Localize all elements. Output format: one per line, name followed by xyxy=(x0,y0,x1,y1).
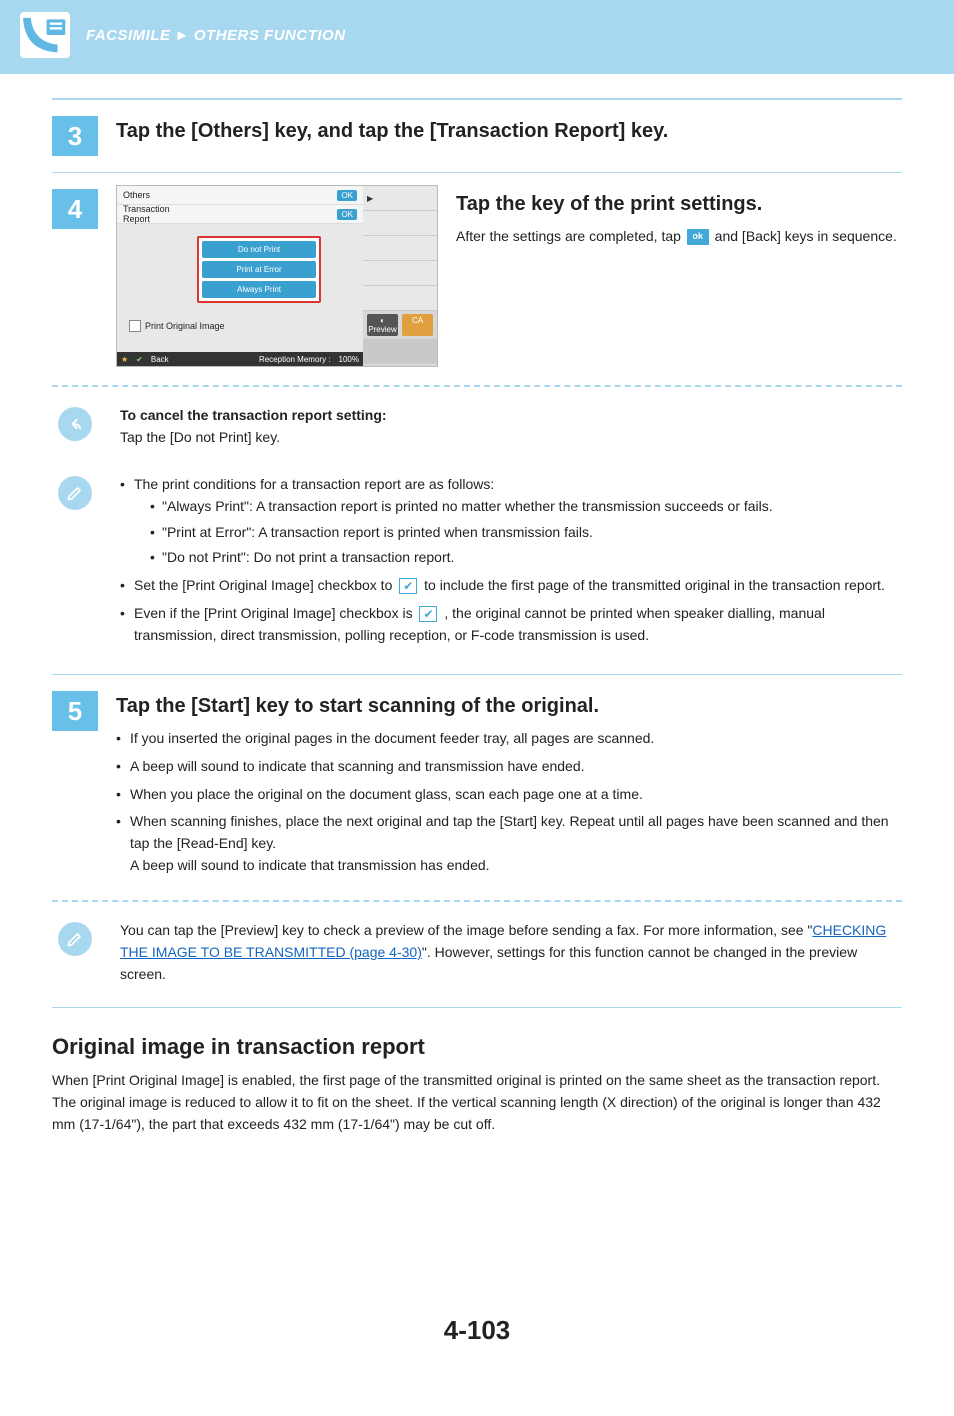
mock-others-label: Others xyxy=(123,190,150,200)
chevron-right-icon: ► xyxy=(175,27,190,44)
dashed-divider xyxy=(52,900,902,902)
step-number: 5 xyxy=(52,691,98,731)
info-opt-print-at-error: "Print at Error": A transaction report i… xyxy=(134,522,902,544)
mock-bottom-bar: ★ ✔ Back Reception Memory : 100% xyxy=(117,352,363,366)
step-title: Tap the key of the print settings. xyxy=(456,191,902,218)
step-body: After the settings are completed, tap ok… xyxy=(456,226,902,248)
section-heading: Original image in transaction report xyxy=(52,1034,902,1060)
checkbox-checked-icon: ✔ xyxy=(399,578,417,594)
section-body: When [Print Original Image] is enabled, … xyxy=(52,1070,902,1135)
step-5: 5 Tap the [Start] key to start scanning … xyxy=(52,687,902,882)
step5-b3: When you place the original on the docum… xyxy=(116,784,902,806)
pencil-note-icon xyxy=(58,476,92,510)
step5-b4: When scanning finishes, place the next o… xyxy=(116,811,902,876)
settings-screen-mock: Others OK Transaction Report OK Do not P… xyxy=(116,185,438,367)
reception-memory-label: Reception Memory : xyxy=(259,355,331,364)
option-always-print[interactable]: Always Print xyxy=(202,281,316,298)
preview-note: You can tap the [Preview] key to check a… xyxy=(52,914,902,991)
page-header: FACSIMILE ► OTHERS FUNCTION xyxy=(0,0,954,74)
print-original-image-label: Print Original Image xyxy=(145,321,225,331)
info-set-checkbox: Set the [Print Original Image] checkbox … xyxy=(120,575,902,597)
cancel-note: To cancel the transaction report setting… xyxy=(52,399,902,454)
step5-b2: A beep will sound to indicate that scann… xyxy=(116,756,902,778)
page-number: 4-103 xyxy=(52,1315,902,1376)
step-3: 3 Tap the [Others] key, and tap the [Tra… xyxy=(52,112,902,156)
breadcrumb-left: FACSIMILE xyxy=(86,27,171,44)
option-print-at-error[interactable]: Print at Error xyxy=(202,261,316,278)
step-number: 3 xyxy=(52,116,98,156)
step-title: Tap the [Others] key, and tap the [Trans… xyxy=(116,118,902,145)
reception-memory-value: 100% xyxy=(339,355,359,364)
divider xyxy=(52,98,902,100)
breadcrumb: FACSIMILE ► OTHERS FUNCTION xyxy=(86,27,346,44)
cancel-note-body: Tap the [Do not Print] key. xyxy=(120,427,902,449)
divider xyxy=(52,1007,902,1008)
preview-note-body: You can tap the [Preview] key to check a… xyxy=(120,920,902,985)
ok-icon: ok xyxy=(687,229,709,245)
print-options-highlight: Do not Print Print at Error Always Print xyxy=(197,236,321,303)
info-opt-do-not-print: "Do not Print": Do not print a transacti… xyxy=(134,547,902,569)
step-title: Tap the [Start] key to start scanning of… xyxy=(116,693,902,720)
info-lead: The print conditions for a transaction r… xyxy=(134,476,494,492)
back-arrow-icon xyxy=(58,407,92,441)
checkbox-checked-icon: ✔ xyxy=(419,606,437,622)
checkbox-icon[interactable] xyxy=(129,320,141,332)
ok-button[interactable]: OK xyxy=(337,190,357,201)
facsimile-icon xyxy=(20,12,70,58)
cancel-note-title: To cancel the transaction report setting… xyxy=(120,405,902,427)
mock-right-rail: ▶ ◐ Preview CA xyxy=(363,186,437,366)
breadcrumb-right: OTHERS FUNCTION xyxy=(194,27,346,44)
info-even-if-checkbox: Even if the [Print Original Image] check… xyxy=(120,603,902,646)
mock-transaction-report-label: Transaction Report xyxy=(123,204,170,224)
divider xyxy=(52,172,902,173)
step-number: 4 xyxy=(52,189,98,229)
ok-button[interactable]: OK xyxy=(337,209,357,220)
print-original-image-row[interactable]: Print Original Image xyxy=(129,320,225,332)
step5-b1: If you inserted the original pages in th… xyxy=(116,728,902,750)
option-do-not-print[interactable]: Do not Print xyxy=(202,241,316,258)
step-4: 4 Others OK Transaction Report OK Do not… xyxy=(52,185,902,367)
divider xyxy=(52,674,902,675)
ca-button[interactable]: CA xyxy=(402,314,433,336)
info-note: The print conditions for a transaction r… xyxy=(52,468,902,658)
back-button[interactable]: Back xyxy=(151,355,169,364)
pencil-note-icon xyxy=(58,922,92,956)
info-opt-always-print: "Always Print": A transaction report is … xyxy=(134,496,902,518)
preview-button[interactable]: ◐ Preview xyxy=(367,314,398,336)
dashed-divider xyxy=(52,385,902,387)
